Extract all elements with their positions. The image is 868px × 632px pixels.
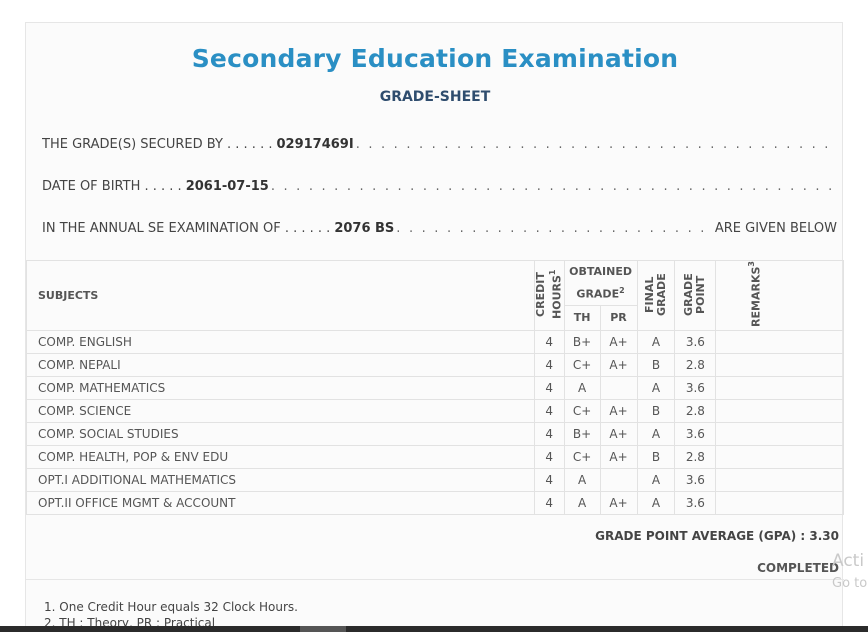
remarks-cell [715, 352, 844, 377]
page-subtitle: GRADE-SHEET [379, 89, 491, 105]
grade-point-cell: 3.6 [674, 329, 717, 354]
table-row: COMP. HEALTH, POP & ENV EDU 4 C+ A+ B 2.8 [26, 444, 844, 469]
exam-tail: ARE GIVEN BELOW [714, 221, 837, 236]
final-grade-cell: A [636, 467, 676, 492]
table-row: COMP. ENGLISH 4 B+ A+ A 3.6 [26, 329, 844, 354]
table-row: OPT.I ADDITIONAL MATHEMATICS 4 A A 3.6 [26, 467, 844, 492]
exam-label: IN THE ANNUAL SE EXAMINATION OF . . . . … [42, 221, 331, 236]
activation-watermark-sub: Go to [832, 576, 868, 591]
remarks-cell [715, 329, 844, 354]
grade-point-cell: 2.8 [674, 398, 717, 423]
credit-cell: 4 [533, 467, 565, 492]
pr-grade-cell: A+ [599, 352, 638, 377]
subject-cell: COMP. HEALTH, POP & ENV EDU [26, 444, 535, 469]
gpa-label: GRADE POINT AVERAGE (GPA) : [595, 529, 806, 543]
result-status: COMPLETED [757, 561, 839, 575]
secured-by-line: THE GRADE(S) SECURED BY . . . . . . 0291… [42, 137, 837, 155]
symbol-number: 02917469I [276, 137, 354, 152]
secured-by-label: THE GRADE(S) SECURED BY . . . . . . [42, 137, 273, 152]
credit-cell: 4 [533, 329, 565, 354]
table-row: OPT.II OFFICE MGMT & ACCOUNT 4 A A+ A 3.6 [26, 490, 844, 515]
final-grade-cell: A [636, 329, 676, 354]
header-grade-point: GRADE POINT [674, 260, 717, 331]
pr-grade-cell: A+ [599, 329, 638, 354]
header-final-grade: FINAL GRADE [636, 260, 676, 331]
page-title: Secondary Education Examination [191, 44, 679, 73]
th-grade-cell: C+ [563, 398, 601, 423]
grades-table: SUBJECTS CREDIT HOURS1 OBTAINED GRADE2 F… [26, 260, 844, 515]
th-grade-cell: B+ [563, 421, 601, 446]
gpa-value: 3.30 [809, 529, 839, 543]
grade-point-cell: 2.8 [674, 444, 717, 469]
dot-leader: . . . . . . . . . . . . . . . . . . . . … [396, 221, 713, 236]
subject-cell: COMP. ENGLISH [26, 329, 535, 354]
dob-label: DATE OF BIRTH . . . . . [42, 179, 182, 194]
table-row: COMP. MATHEMATICS 4 A A 3.6 [26, 375, 844, 400]
th-grade-cell: A [563, 490, 601, 515]
taskbar-item[interactable] [300, 626, 346, 632]
credit-cell: 4 [533, 375, 565, 400]
header-subjects: SUBJECTS [26, 260, 535, 331]
exam-year: 2076 BS [334, 221, 395, 236]
table-row: COMP. SCIENCE 4 C+ A+ B 2.8 [26, 398, 844, 423]
pr-grade-cell [599, 375, 638, 400]
th-grade-cell: A [563, 375, 601, 400]
gpa-line: GRADE POINT AVERAGE (GPA) : 3.30 [595, 529, 839, 543]
header-obtained-grade: OBTAINED GRADE2 [563, 260, 638, 306]
header-credit-hours: CREDIT HOURS1 [534, 260, 565, 331]
grade-point-cell: 3.6 [674, 490, 717, 515]
subject-cell: COMP. SOCIAL STUDIES [26, 421, 535, 446]
grade-sheet: Secondary Education Examination GRADE-SH… [25, 22, 844, 632]
activation-watermark: Acti [832, 551, 865, 571]
table-row: COMP. SOCIAL STUDIES 4 B+ A+ A 3.6 [26, 421, 844, 446]
header-remarks: REMARKS3 [715, 260, 844, 331]
footnote-1: 1. One Credit Hour equals 32 Clock Hours… [44, 600, 298, 614]
credit-cell: 4 [533, 398, 565, 423]
credit-cell: 4 [533, 444, 565, 469]
subject-cell: OPT.II OFFICE MGMT & ACCOUNT [26, 490, 535, 515]
dot-leader: . . . . . . . . . . . . . . . . . . . . … [270, 179, 837, 194]
remarks-cell [715, 444, 844, 469]
subject-cell: OPT.I ADDITIONAL MATHEMATICS [26, 467, 535, 492]
credit-cell: 4 [533, 421, 565, 446]
credit-cell: 4 [533, 352, 565, 377]
table-row: COMP. NEPALI 4 C+ A+ B 2.8 [26, 352, 844, 377]
remarks-cell [715, 398, 844, 423]
dob-value: 2061-07-15 [185, 179, 269, 194]
th-grade-cell: C+ [563, 352, 601, 377]
final-grade-cell: A [636, 421, 676, 446]
remarks-cell [715, 421, 844, 446]
credit-cell: 4 [533, 490, 565, 515]
grade-point-cell: 3.6 [674, 421, 717, 446]
dot-leader: . . . . . . . . . . . . . . . . . . . . … [355, 137, 837, 152]
header-th: TH [563, 304, 601, 331]
subject-cell: COMP. SCIENCE [26, 398, 535, 423]
remarks-cell [715, 375, 844, 400]
exam-line: IN THE ANNUAL SE EXAMINATION OF . . . . … [42, 221, 837, 239]
subject-cell: COMP. MATHEMATICS [26, 375, 535, 400]
grade-point-cell: 2.8 [674, 352, 717, 377]
header-pr: PR [599, 304, 638, 331]
th-grade-cell: A [563, 467, 601, 492]
subject-cell: COMP. NEPALI [26, 352, 535, 377]
th-grade-cell: C+ [563, 444, 601, 469]
taskbar [0, 626, 868, 632]
final-grade-cell: B [636, 398, 676, 423]
final-grade-cell: B [636, 352, 676, 377]
remarks-cell [715, 490, 844, 515]
divider [26, 579, 844, 580]
pr-grade-cell [599, 467, 638, 492]
pr-grade-cell: A+ [599, 421, 638, 446]
pr-grade-cell: A+ [599, 444, 638, 469]
dob-line: DATE OF BIRTH . . . . . 2061-07-15 . . .… [42, 179, 837, 197]
pr-grade-cell: A+ [599, 398, 638, 423]
final-grade-cell: A [636, 490, 676, 515]
final-grade-cell: B [636, 444, 676, 469]
final-grade-cell: A [636, 375, 676, 400]
th-grade-cell: B+ [563, 329, 601, 354]
grade-point-cell: 3.6 [674, 375, 717, 400]
grade-point-cell: 3.6 [674, 467, 717, 492]
remarks-cell [715, 467, 844, 492]
pr-grade-cell: A+ [599, 490, 638, 515]
